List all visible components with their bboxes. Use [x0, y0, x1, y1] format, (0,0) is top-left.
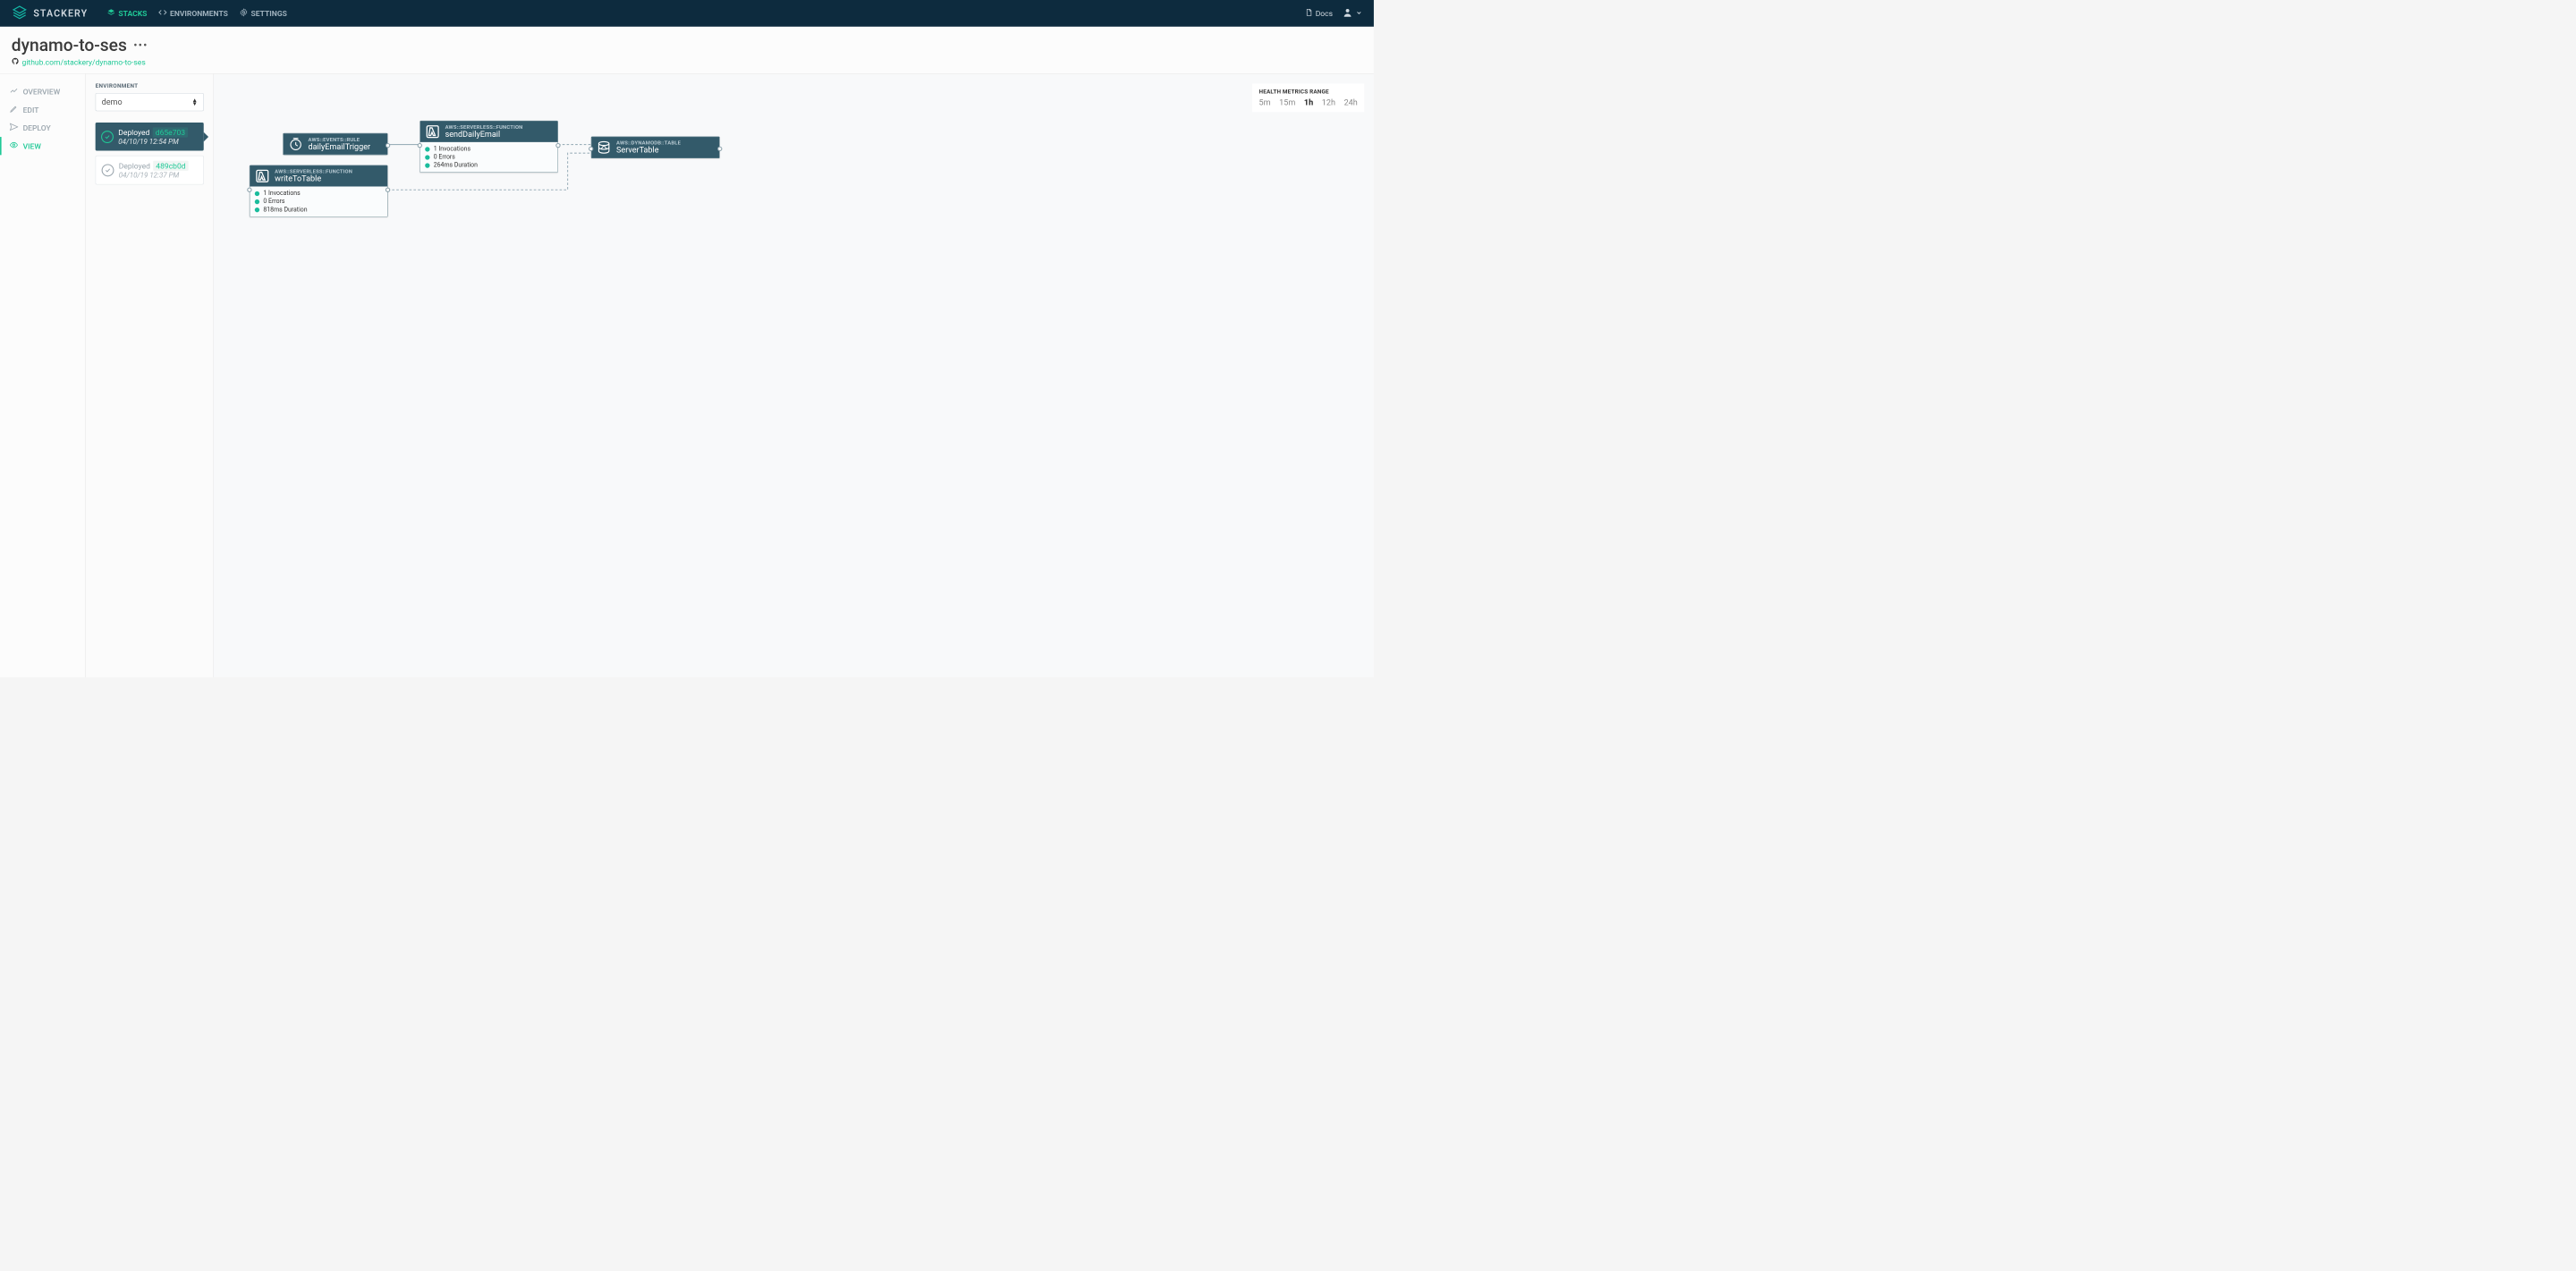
logo-text: STACKERY: [33, 8, 88, 20]
node-server-table[interactable]: AWS::DYNAMODB::TABLE ServerTable: [591, 137, 720, 159]
user-icon: [1343, 7, 1353, 20]
node-name: dailyEmailTrigger: [309, 142, 371, 151]
gear-icon: [240, 8, 249, 19]
metric-dot-icon: [255, 199, 259, 204]
metric-dot-icon: [425, 163, 429, 167]
nav-stacks[interactable]: STACKS: [107, 8, 148, 19]
tab-overview[interactable]: OVERVIEW: [0, 82, 85, 100]
input-port[interactable]: [247, 188, 251, 192]
metric-text: 264ms Duration: [434, 162, 478, 169]
nav-label: STACKS: [118, 9, 147, 18]
node-name: sendDailyEmail: [445, 130, 523, 139]
select-arrows-icon: ▲▼: [191, 98, 197, 106]
metric-dot-icon: [425, 155, 429, 159]
output-port[interactable]: [717, 147, 722, 151]
output-port[interactable]: [555, 143, 560, 148]
nav-label: ENVIRONMENTS: [170, 9, 228, 18]
stacks-icon: [107, 8, 116, 19]
chevron-down-icon: [1356, 9, 1362, 18]
metric-text: 818ms Duration: [263, 206, 307, 213]
repo-link[interactable]: github.com/stackery/dynamo-to-ses: [12, 57, 1362, 67]
node-daily-email-trigger[interactable]: AWS::EVENTS::RULE dailyEmailTrigger: [283, 133, 387, 156]
metric-text: 0 Errors: [434, 154, 455, 161]
tab-label: EDIT: [23, 106, 39, 114]
metric-text: 1 Invocations: [263, 190, 300, 197]
nav-right: Docs: [1305, 7, 1362, 20]
range-5m[interactable]: 5m: [1259, 97, 1271, 107]
lambda-icon: [425, 124, 440, 140]
page-title: dynamo-to-ses: [12, 35, 127, 55]
canvas[interactable]: HEALTH METRICS RANGE 5m 15m 1h 12h 24h: [214, 74, 1374, 678]
nav-label: SETTINGS: [251, 9, 287, 18]
tab-view[interactable]: VIEW: [0, 137, 85, 155]
stackery-logo-icon: [12, 4, 28, 22]
range-1h[interactable]: 1h: [1304, 97, 1313, 107]
metric-text: 1 Invocations: [434, 146, 470, 153]
input-port[interactable]: [589, 147, 593, 151]
code-icon: [158, 8, 167, 19]
check-icon: [102, 164, 114, 176]
deployment-card[interactable]: Deployed 489cb0d 04/10/19 12:37 PM: [96, 156, 204, 185]
left-tabs: OVERVIEW EDIT DEPLOY VIEW: [0, 74, 86, 678]
deploy-status: Deployed: [118, 128, 149, 137]
user-menu[interactable]: [1343, 7, 1362, 20]
output-port[interactable]: [386, 188, 390, 192]
node-name: writeToTable: [275, 174, 352, 183]
lambda-icon: [255, 168, 270, 183]
github-icon: [12, 57, 20, 67]
check-icon: [101, 131, 114, 143]
docs-link[interactable]: Docs: [1305, 9, 1333, 19]
deploy-timestamp: 04/10/19 12:37 PM: [119, 171, 189, 180]
metrics-label: HEALTH METRICS RANGE: [1259, 89, 1358, 95]
page-header: dynamo-to-ses ••• github.com/stackery/dy…: [0, 27, 1374, 74]
range-15m[interactable]: 15m: [1279, 97, 1295, 107]
overview-icon: [10, 87, 19, 97]
top-nav: STACKERY STACKS ENVIRONMENTS SETTINGS: [0, 0, 1374, 27]
tab-edit[interactable]: EDIT: [0, 101, 85, 119]
tab-label: VIEW: [23, 141, 41, 150]
docs-label: Docs: [1316, 9, 1333, 18]
metric-dot-icon: [425, 147, 429, 151]
nav-items: STACKS ENVIRONMENTS SETTINGS: [107, 8, 1305, 19]
node-write-to-table[interactable]: AWS::SERVERLESS::FUNCTION writeToTable 1…: [250, 165, 388, 217]
deploy-hash: 489cb0d: [153, 161, 189, 171]
clock-icon: [288, 137, 303, 152]
node-name: ServerTable: [616, 146, 681, 155]
metric-text: 0 Errors: [263, 198, 284, 205]
env-select[interactable]: demo ▲▼: [96, 93, 204, 111]
env-panel: ENVIRONMENT demo ▲▼ Deployed d65e703 04/…: [86, 74, 214, 678]
tab-label: DEPLOY: [23, 123, 51, 132]
deploy-hash: d65e703: [153, 127, 189, 137]
nav-settings[interactable]: SETTINGS: [240, 8, 287, 19]
env-label: ENVIRONMENT: [96, 82, 204, 89]
deploy-timestamp: 04/10/19 12:54 PM: [118, 138, 188, 147]
metric-dot-icon: [255, 191, 259, 196]
metric-dot-icon: [255, 208, 259, 212]
doc-icon: [1305, 9, 1313, 19]
tab-deploy[interactable]: DEPLOY: [0, 119, 85, 137]
deploy-status: Deployed: [119, 161, 150, 170]
repo-url: github.com/stackery/dynamo-to-ses: [22, 57, 146, 66]
pencil-icon: [10, 105, 19, 115]
range-12h[interactable]: 12h: [1322, 97, 1335, 107]
node-send-daily-email[interactable]: AWS::SERVERLESS::FUNCTION sendDailyEmail…: [419, 121, 558, 173]
metrics-panel: HEALTH METRICS RANGE 5m 15m 1h 12h 24h: [1252, 83, 1364, 112]
logo[interactable]: STACKERY: [12, 4, 88, 22]
dynamodb-icon: [597, 140, 612, 155]
range-24h[interactable]: 24h: [1344, 97, 1358, 107]
env-selected: demo: [102, 97, 123, 107]
main-area: OVERVIEW EDIT DEPLOY VIEW ENVIRONMENT de…: [0, 74, 1374, 678]
more-menu-icon[interactable]: •••: [133, 38, 148, 52]
output-port[interactable]: [386, 143, 390, 148]
input-port[interactable]: [418, 143, 422, 148]
tab-label: OVERVIEW: [23, 87, 61, 96]
deployment-card[interactable]: Deployed d65e703 04/10/19 12:54 PM: [96, 123, 204, 150]
eye-icon: [10, 140, 19, 151]
nav-environments[interactable]: ENVIRONMENTS: [158, 8, 228, 19]
send-icon: [10, 123, 19, 133]
